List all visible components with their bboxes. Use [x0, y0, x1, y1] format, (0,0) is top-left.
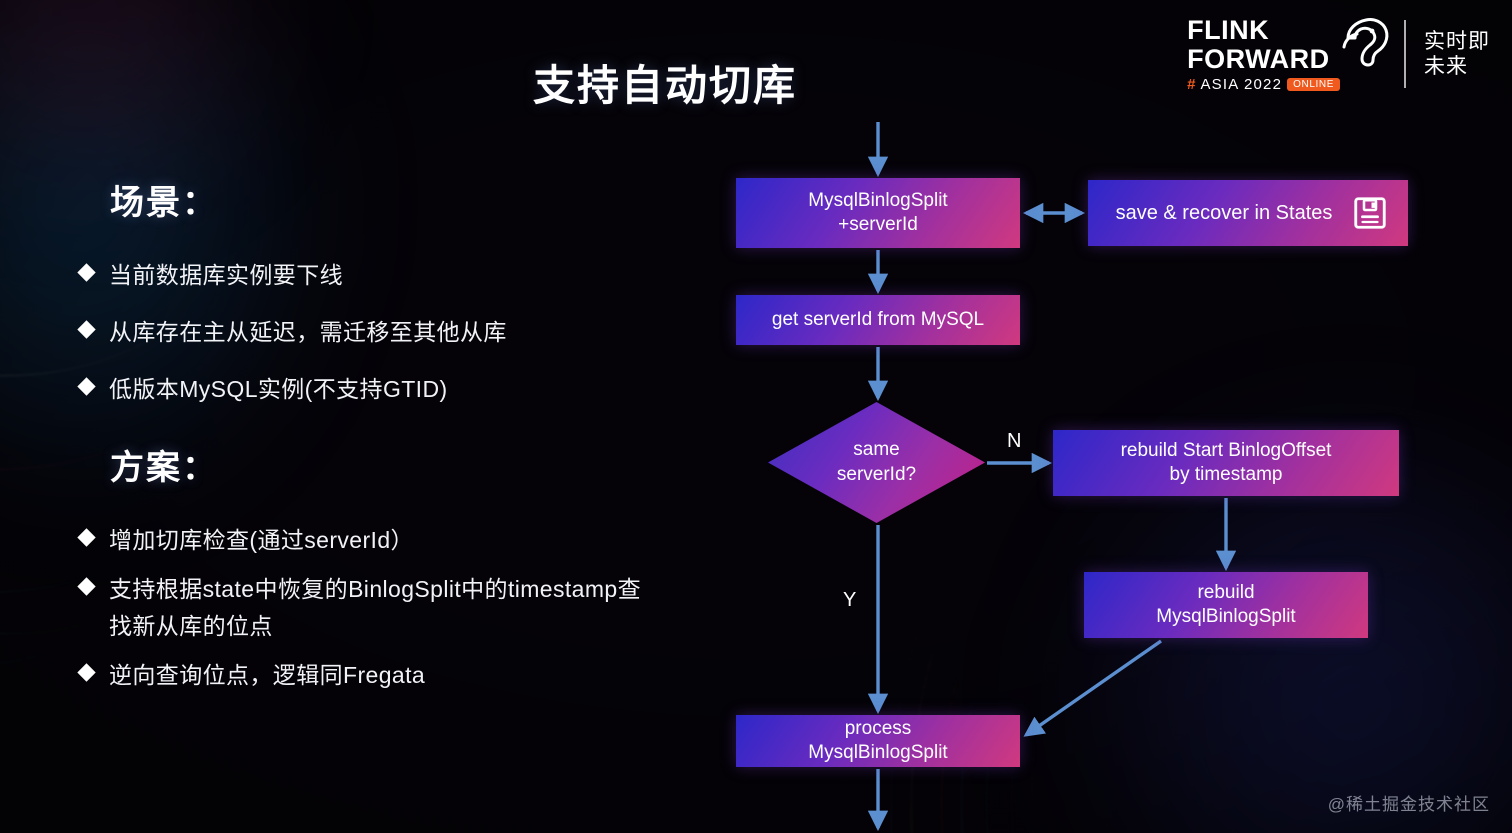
list-item-label: 当前数据库实例要下线	[109, 262, 343, 288]
logo-asia-year: ASIA 2022	[1200, 75, 1283, 93]
diamond-bullet-icon	[77, 377, 96, 396]
diamond-bullet-icon	[77, 663, 96, 682]
slide-canvas: FLINK FORWARD # ASIA 2022 ONLINE 实时即 未来 …	[0, 0, 1512, 833]
flow-node-save-recover-states[interactable]: save & recover in States	[1088, 180, 1408, 246]
diamond-bullet-icon	[77, 528, 96, 547]
list-item-label: 逆向查询位点，逻辑同Fregata	[109, 662, 426, 688]
logo-word-flink: FLINK	[1187, 14, 1270, 45]
flow-node-label: rebuild Start BinlogOffset by timestamp	[1120, 440, 1332, 485]
slide-title: 支持自动切库	[533, 62, 798, 109]
list-item-label: 低版本MySQL实例(不支持GTID)	[109, 376, 448, 402]
flow-node-label: get serverId from MySQL	[771, 309, 985, 331]
logo-cn-line1: 实时即	[1424, 30, 1490, 53]
plan-bullet-list: 增加切库检查(通过serverId） 支持根据state中恢复的BinlogSp…	[77, 522, 820, 706]
flow-node-label: MysqlBinlogSplit +serverId	[808, 190, 948, 235]
list-item: 当前数据库实例要下线	[77, 257, 720, 294]
logo-word-forward: FORWARD	[1187, 43, 1330, 74]
logo-hash-icon: #	[1187, 75, 1196, 93]
watermark: @稀土掘金技术社区	[1327, 795, 1490, 814]
list-item: 从库存在主从延迟，需迁移至其他从库	[77, 314, 720, 351]
scene-bullet-list: 当前数据库实例要下线 从库存在主从延迟，需迁移至其他从库 低版本MySQL实例(…	[77, 257, 720, 428]
list-item-label: 支持根据state中恢复的BinlogSplit中的timestamp查 找新从…	[109, 576, 642, 639]
diamond-bullet-icon	[77, 263, 96, 282]
section-heading-scene: 场景：	[110, 184, 218, 222]
diamond-bullet-icon	[77, 577, 96, 596]
save-floppy-icon	[1354, 197, 1387, 229]
flow-node-label: process MysqlBinlogSplit	[808, 718, 948, 763]
logo-online-badge: ONLINE	[1287, 77, 1340, 91]
flow-decision-same-server-id[interactable]: same serverId?	[768, 402, 985, 523]
edge-label-no: N	[1007, 430, 1022, 452]
list-item: 增加切库检查(通过serverId）	[77, 522, 820, 559]
list-item: 低版本MySQL实例(不支持GTID)	[77, 371, 720, 408]
logo-cn-line2: 未来	[1424, 55, 1468, 78]
flow-node-mysql-binlog-split[interactable]: MysqlBinlogSplit +serverId	[736, 178, 1020, 248]
diamond-bullet-icon	[77, 320, 96, 339]
list-item-label: 增加切库检查(通过serverId）	[109, 527, 414, 553]
list-item-label: 从库存在主从延迟，需迁移至其他从库	[109, 319, 507, 345]
flow-node-label: rebuild MysqlBinlogSplit	[1156, 582, 1296, 627]
flow-node-rebuild-start-binlog-offset[interactable]: rebuild Start BinlogOffset by timestamp	[1053, 430, 1399, 496]
list-item: 支持根据state中恢复的BinlogSplit中的timestamp查 找新从…	[77, 571, 820, 645]
flow-node-rebuild-mysql-binlog-split[interactable]: rebuild MysqlBinlogSplit	[1084, 572, 1368, 638]
flow-node-get-server-id[interactable]: get serverId from MySQL	[736, 295, 1020, 345]
logo-divider	[1404, 20, 1406, 88]
edge-label-yes: Y	[843, 589, 857, 611]
flow-node-process-mysql-binlog-split[interactable]: process MysqlBinlogSplit	[736, 715, 1020, 767]
flow-node-label: save & recover in States	[1115, 201, 1333, 224]
flow-decision-label: same serverId?	[836, 438, 917, 485]
flink-forward-logo: FLINK FORWARD # ASIA 2022 ONLINE 实时即 未来	[1187, 8, 1490, 100]
list-item: 逆向查询位点，逻辑同Fregata	[77, 657, 820, 694]
section-heading-plan: 方案：	[110, 449, 218, 487]
squirrel-icon	[1342, 17, 1389, 66]
